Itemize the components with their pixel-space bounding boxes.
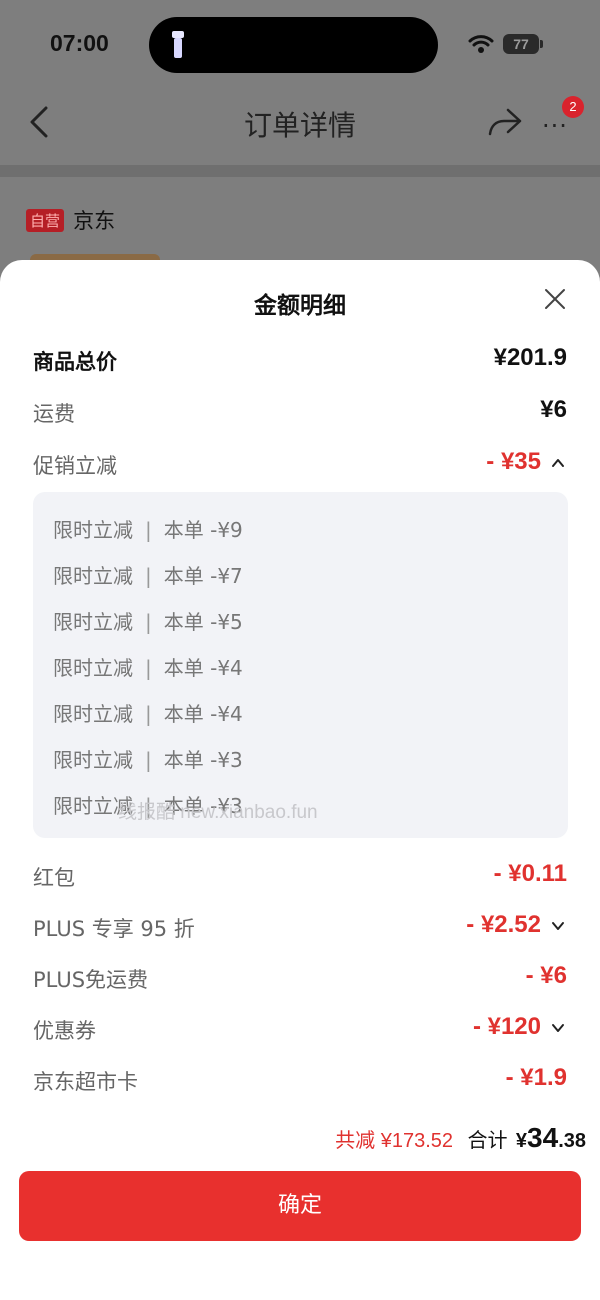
- coupon-label: 优惠券: [33, 1019, 96, 1043]
- goods-total-amount: ¥201.9: [493, 344, 567, 371]
- promo-item: 限时立减 | 本单 -¥7: [53, 564, 243, 588]
- shipping-label: 运费: [33, 402, 75, 426]
- promo-amount: - ¥35: [486, 448, 541, 475]
- flashlight-icon: [172, 31, 184, 58]
- plus-discount-label: PLUS 专享 95 折: [33, 917, 195, 941]
- red-packet-label: 红包: [33, 866, 75, 890]
- plus-shipping-row: PLUS免运费 - ¥6: [33, 962, 567, 998]
- wifi-icon: [468, 35, 494, 53]
- coupon-row[interactable]: 优惠券 - ¥120: [33, 1013, 567, 1049]
- shipping-amount: ¥6: [540, 396, 567, 423]
- plus-shipping-amount: - ¥6: [525, 962, 567, 989]
- total-decimal: .38: [558, 1130, 586, 1152]
- promo-item: 限时立减 | 本单 -¥4: [53, 656, 243, 680]
- plus-discount-row[interactable]: PLUS 专享 95 折 - ¥2.52: [33, 911, 567, 947]
- coupon-amount: - ¥120: [472, 1013, 541, 1040]
- promo-row[interactable]: 促销立减 - ¥35: [33, 448, 567, 484]
- confirm-button[interactable]: 确定: [19, 1171, 581, 1241]
- status-time: 07:00: [50, 30, 109, 56]
- goods-total-label: 商品总价: [33, 350, 117, 374]
- share-icon[interactable]: [486, 106, 524, 138]
- supermarket-card-label: 京东超市卡: [33, 1070, 138, 1094]
- more-icon[interactable]: ···: [542, 112, 568, 140]
- shop-name[interactable]: 京东: [73, 205, 115, 235]
- promo-detail-list: 限时立减 | 本单 -¥9 限时立减 | 本单 -¥7 限时立减 | 本单 -¥5 限时立减…: [33, 492, 568, 838]
- watermark: 线报酷 new.xianbao.fun: [118, 802, 318, 823]
- notification-badge: 2: [562, 96, 584, 118]
- total-saved: 共减 ¥173.52: [335, 1130, 453, 1152]
- chevron-up-icon[interactable]: [551, 456, 565, 470]
- promo-item: 限时立减 | 本单 -¥9: [53, 518, 243, 542]
- supermarket-card-row: 京东超市卡 - ¥1.9: [33, 1064, 567, 1100]
- goods-total-row: 商品总价 ¥201.9: [33, 344, 567, 380]
- sheet-title: 金额明细: [254, 293, 346, 319]
- total-summary: 共减 ¥173.52 合计 ¥34.38: [335, 1122, 586, 1158]
- promo-item: 限时立减 | 本单 -¥5: [53, 610, 243, 634]
- chevron-down-icon[interactable]: [551, 1021, 565, 1035]
- dynamic-island: [149, 17, 438, 73]
- status-bar: 07:00 77: [0, 0, 600, 90]
- promo-label: 促销立减: [33, 454, 117, 478]
- shop-header: 自营 京东: [26, 205, 115, 233]
- total-integer: 34: [527, 1122, 559, 1153]
- divider: [0, 165, 600, 177]
- self-operated-tag: 自营: [26, 208, 65, 232]
- promo-item: 限时立减 | 本单 -¥3: [53, 748, 243, 772]
- red-packet-row: 红包 - ¥0.11: [33, 860, 567, 896]
- plus-discount-amount: - ¥2.52: [466, 911, 541, 938]
- shipping-row: 运费 ¥6: [33, 396, 567, 432]
- red-packet-amount: - ¥0.11: [493, 860, 567, 887]
- nav-bar: 订单详情 ···: [0, 90, 600, 165]
- background-page: 07:00 77 订单详情 ··· 2 自营 京东: [0, 0, 600, 300]
- chevron-down-icon[interactable]: [551, 919, 565, 933]
- supermarket-card-amount: - ¥1.9: [505, 1064, 567, 1091]
- total-label: 合计: [467, 1130, 508, 1152]
- plus-shipping-label: PLUS免运费: [33, 968, 149, 992]
- promo-item: 限时立减 | 本单 -¥4: [53, 702, 243, 726]
- battery-indicator: 77: [503, 34, 539, 54]
- amount-detail-sheet: 金额明细 商品总价 ¥201.9 运费 ¥6 促销立减 - ¥35 限时立减 | 本…: [0, 260, 600, 1300]
- close-icon[interactable]: [542, 286, 568, 312]
- total-currency: ¥: [515, 1130, 528, 1152]
- battery-tip: [540, 40, 543, 48]
